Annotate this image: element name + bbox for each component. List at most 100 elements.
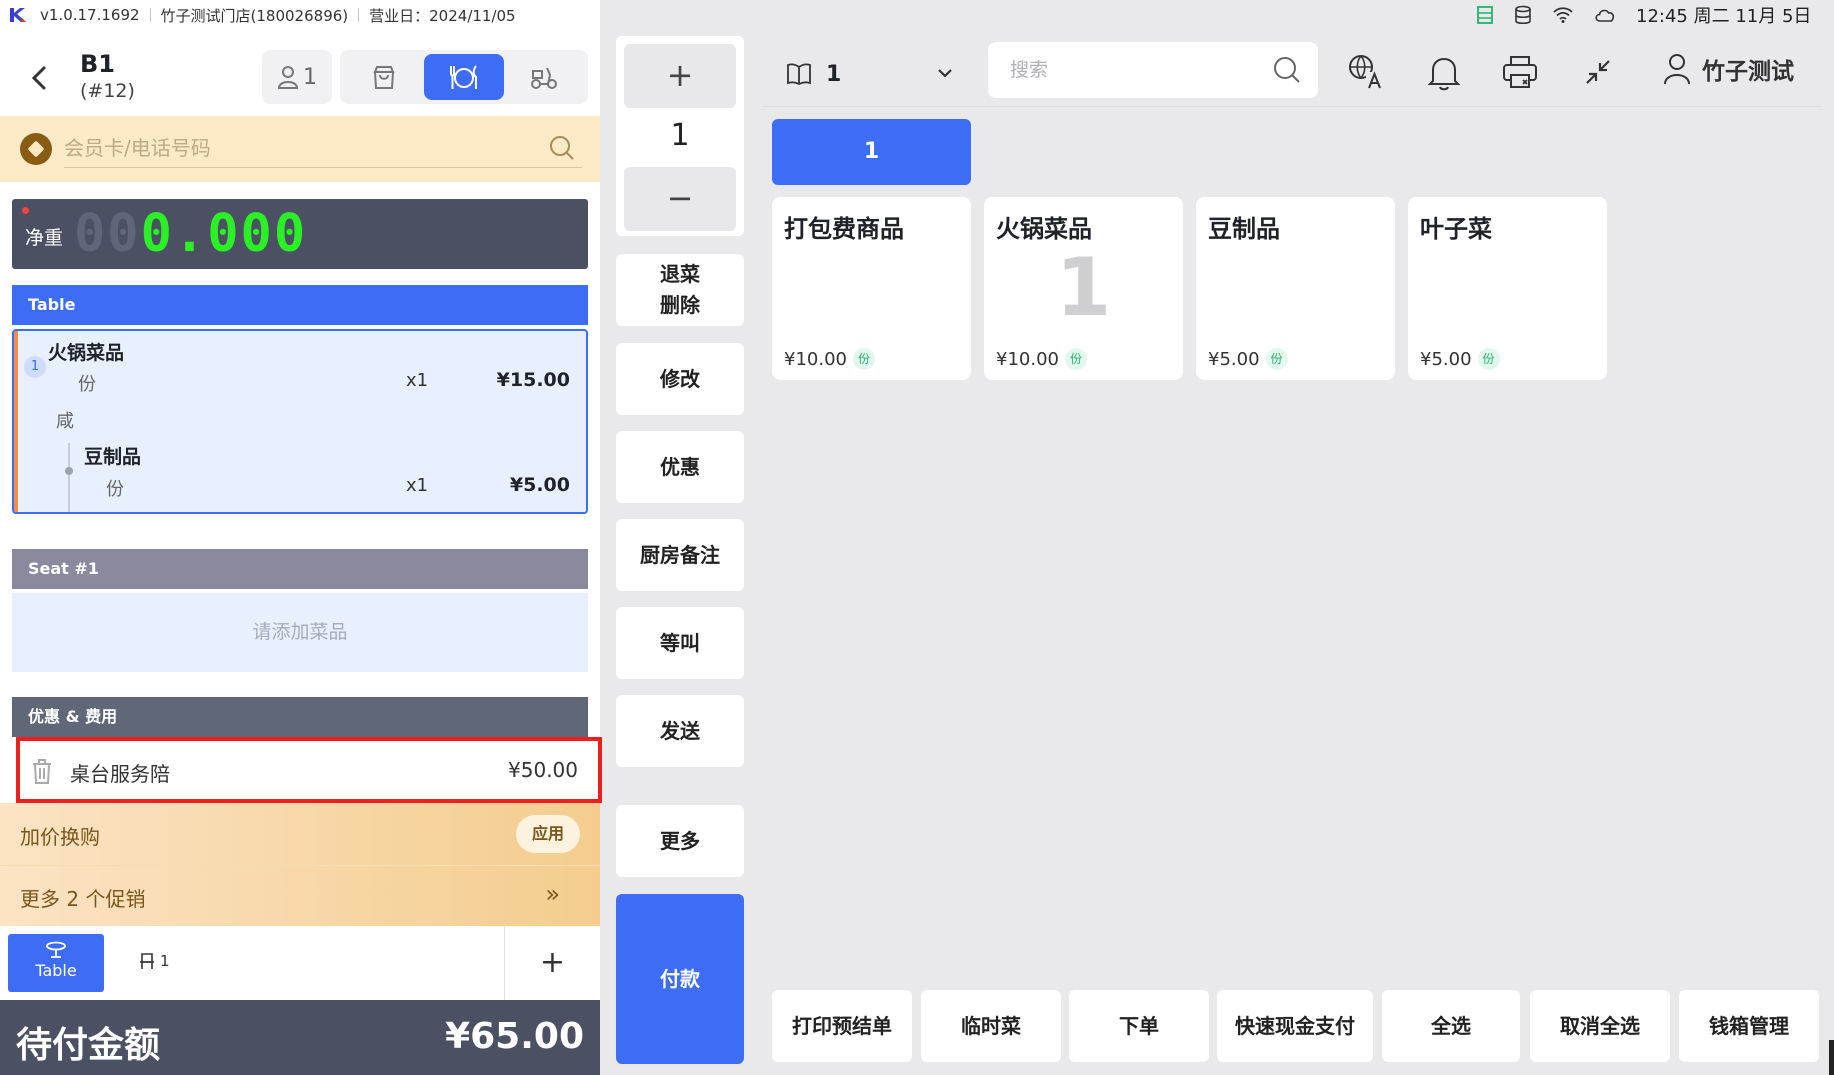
product-price: ¥10.00 [784, 348, 847, 370]
search-input[interactable] [1010, 52, 1260, 88]
chevron-double-right-icon: » [545, 880, 560, 908]
back-button[interactable] [26, 60, 56, 96]
product-card[interactable]: 打包费商品 ¥10.00 份 [772, 197, 971, 380]
store-name: 竹子测试门店(180026896) [160, 6, 349, 25]
order-item-modifier: 咸 [56, 411, 74, 432]
menu-selector[interactable]: 1 [786, 54, 956, 94]
product-name: 火锅菜品 [996, 215, 1092, 243]
section-header-seat[interactable]: Seat #1 [12, 549, 588, 589]
print-prebill-button[interactable]: 打印预结单 [772, 990, 912, 1062]
deselect-all-button[interactable]: 取消全选 [1530, 990, 1670, 1062]
scale-value: 0.000 [140, 204, 308, 264]
tab-seat-1[interactable]: 1 [138, 952, 170, 970]
amount-due-label: 待付金额 [16, 1025, 161, 1066]
product-price-row: ¥10.00 份 [996, 348, 1087, 370]
scale-ghost-digits: 00 [74, 204, 141, 264]
collapse-icon [1586, 60, 1610, 84]
takeaway-mode-button[interactable] [344, 54, 424, 100]
user-menu[interactable]: 竹子测试 [1662, 52, 1794, 86]
quick-cash-pay-button[interactable]: 快速现金支付 [1217, 990, 1373, 1062]
scale-label: 净重 [25, 227, 64, 249]
fee-amount: ¥50.00 [508, 758, 578, 782]
category-chip[interactable]: 1 [772, 119, 971, 185]
product-price-row: ¥5.00 份 [1208, 348, 1288, 370]
seat-empty-placeholder[interactable]: 请添加菜品 [12, 593, 588, 672]
delete-label: 删除 [660, 293, 700, 317]
delivery-mode-button[interactable] [504, 54, 584, 100]
order-item-group[interactable]: 1 火锅菜品 份 x1 ¥15.00 咸 豆制品 份 x1 ¥5.00 [12, 329, 588, 514]
user-name: 竹子测试 [1702, 59, 1794, 85]
product-unit-badge: 份 [1064, 348, 1087, 370]
increase-button[interactable]: + [624, 44, 736, 108]
product-name: 叶子菜 [1420, 215, 1492, 243]
order-item-price: ¥15.00 [496, 369, 570, 391]
bell-icon [1427, 57, 1461, 91]
send-button[interactable]: 发送 [616, 695, 744, 767]
sub-item-price: ¥5.00 [509, 474, 570, 496]
guest-count: 1 [303, 64, 317, 90]
tab-table[interactable]: Table [8, 934, 104, 992]
void-delete-button[interactable]: 退菜 删除 [616, 254, 744, 326]
decrease-button[interactable]: − [624, 167, 736, 231]
member-search-input[interactable] [64, 130, 544, 166]
scroll-edge [1829, 1040, 1834, 1075]
system-status: 12:45 周二 11月 5日 [1476, 0, 1811, 30]
sub-item-dot [65, 467, 73, 475]
discount-button[interactable]: 优惠 [616, 431, 744, 503]
translate-button[interactable] [1344, 50, 1388, 94]
quantity-stepper: + 1 − [616, 36, 744, 236]
hold-button[interactable]: 等叫 [616, 607, 744, 679]
dine-in-icon [450, 65, 477, 89]
product-search [988, 42, 1318, 98]
place-order-button[interactable]: 下单 [1069, 990, 1209, 1062]
table-icon [46, 941, 66, 958]
sheet-icon [1477, 6, 1493, 24]
trash-icon[interactable] [30, 757, 54, 785]
quantity-value: 1 [670, 118, 690, 153]
product-card[interactable]: 叶子菜 ¥5.00 份 [1408, 197, 1607, 380]
apply-button[interactable]: 应用 [516, 815, 580, 853]
business-day: 营业日：2024/11/05 [369, 6, 516, 25]
member-badge-icon [20, 133, 52, 165]
search-icon[interactable] [1272, 55, 1302, 85]
product-card[interactable]: 豆制品 ¥5.00 份 [1196, 197, 1395, 380]
product-price: ¥5.00 [1420, 348, 1472, 370]
top-nav: 1 竹子测试 [762, 42, 1822, 106]
app-version: v1.0.17.1692 [40, 6, 140, 24]
dine-in-mode-button[interactable] [424, 54, 504, 100]
product-card[interactable]: 火锅菜品 1 ¥10.00 份 [984, 197, 1183, 380]
printer-icon [1503, 56, 1537, 88]
tab-table-label: Table [35, 961, 77, 980]
guest-count-button[interactable]: 1 [262, 50, 332, 104]
amount-due-bar: 待付金额 ¥65.00 [0, 1000, 600, 1075]
modify-button[interactable]: 修改 [616, 343, 744, 415]
order-item-qty: x1 [406, 370, 429, 391]
product-price-row: ¥10.00 份 [784, 348, 875, 370]
takeaway-bag-icon [373, 66, 395, 89]
service-fee-row[interactable]: 桌台服务陪 ¥50.00 [16, 737, 602, 803]
divider [762, 106, 1822, 107]
cash-drawer-button[interactable]: 钱箱管理 [1679, 990, 1819, 1062]
product-price-row: ¥5.00 份 [1420, 348, 1500, 370]
upsell-label: 加价换购 [20, 825, 100, 849]
scale-display: 净重 000.000 [12, 199, 588, 269]
add-seat-button[interactable]: + [504, 926, 600, 1000]
order-mode-switch [340, 50, 588, 104]
notifications-button[interactable] [1422, 50, 1466, 94]
product-price: ¥5.00 [1208, 348, 1260, 370]
pay-button[interactable]: 付款 [616, 894, 744, 1064]
more-promotions-row[interactable]: 更多 2 个促销 » [0, 866, 600, 926]
open-item-button[interactable]: 临时菜 [921, 990, 1061, 1062]
collapse-button[interactable] [1576, 50, 1620, 94]
table-name: B1 [80, 50, 115, 78]
order-item-name: 火锅菜品 [48, 342, 125, 364]
translate-icon [1349, 55, 1383, 89]
select-all-button[interactable]: 全选 [1382, 990, 1520, 1062]
section-header-table[interactable]: Table [12, 285, 588, 325]
kitchen-note-button[interactable]: 厨房备注 [616, 519, 744, 591]
more-button[interactable]: 更多 [616, 805, 744, 877]
clock: 12:45 周二 11月 5日 [1636, 6, 1812, 27]
void-label: 退菜 [660, 262, 700, 286]
printer-button[interactable] [1498, 50, 1542, 94]
search-icon[interactable] [548, 134, 576, 162]
